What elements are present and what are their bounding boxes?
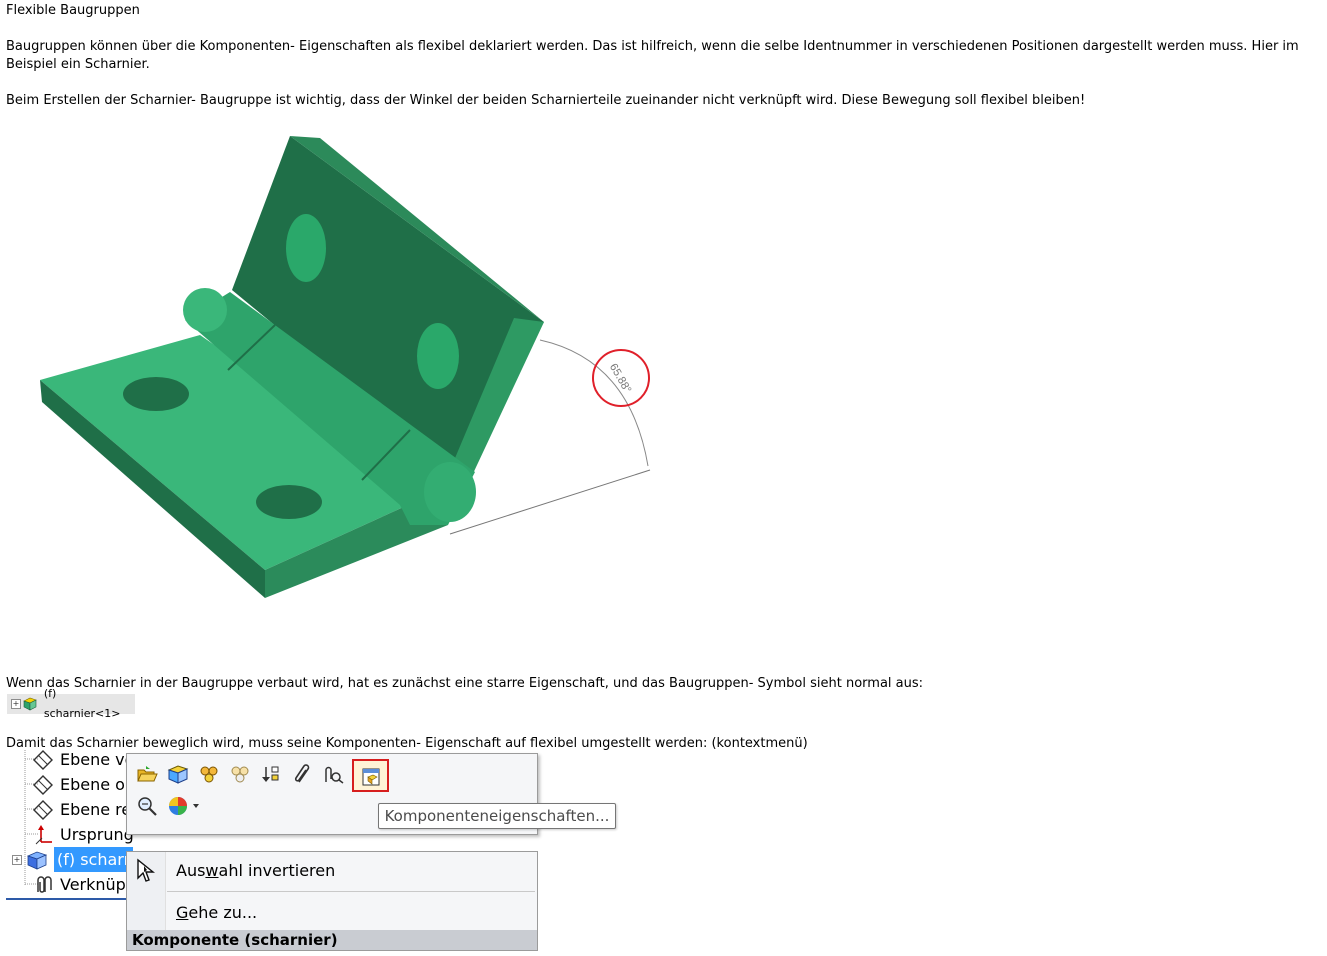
appearance-dropdown-icon[interactable] bbox=[167, 794, 203, 818]
menu-item-accelerator: G bbox=[176, 903, 189, 922]
page-title: Flexible Baugruppen bbox=[6, 3, 140, 18]
tree-row-label-selected: (f) scharr bbox=[54, 847, 134, 872]
tree-row-label: Ursprung bbox=[60, 825, 134, 844]
open-folder-icon[interactable] bbox=[135, 762, 159, 786]
paperclip-icon bbox=[32, 874, 54, 896]
tree-row-label: Ebene ob bbox=[60, 775, 136, 794]
menu-footer-component: Komponente (scharnier) bbox=[127, 930, 537, 950]
expand-plus-icon[interactable]: + bbox=[12, 854, 22, 865]
hide-components-icon[interactable] bbox=[228, 762, 252, 786]
edit-mate-icon[interactable] bbox=[321, 762, 345, 786]
tree-row-scharnier[interactable]: + (f) scharr bbox=[12, 847, 134, 872]
menu-item-text: ehe zu... bbox=[188, 903, 258, 922]
cursor-arrow-icon bbox=[135, 858, 157, 888]
rigid-note-paragraph: Wenn das Scharnier in der Baugruppe verb… bbox=[6, 676, 924, 691]
menu-item-text: Aus bbox=[176, 861, 206, 880]
component-properties-icon[interactable] bbox=[352, 759, 389, 792]
origin-icon bbox=[32, 824, 54, 846]
dimension-extension-line bbox=[449, 469, 651, 535]
sort-order-icon[interactable] bbox=[259, 762, 283, 786]
tree-row-plane-top[interactable]: Ebene ob bbox=[32, 772, 135, 797]
menu-item-text: ahl invertieren bbox=[218, 861, 336, 880]
tree-row-plane-right[interactable]: Ebene re bbox=[32, 797, 131, 822]
zoom-to-selection-icon[interactable] bbox=[135, 794, 159, 818]
intro-paragraph: Baugruppen können über die Komponenten- … bbox=[6, 39, 1299, 72]
mate-paperclip-icon[interactable] bbox=[290, 762, 314, 786]
tree-row-label: Ebene re bbox=[60, 800, 132, 819]
tree-row-origin[interactable]: Ursprung bbox=[32, 822, 134, 847]
hinge-knuckle-front bbox=[424, 462, 476, 522]
menu-icon-gutter bbox=[127, 852, 166, 930]
plane-icon bbox=[32, 799, 54, 821]
tooltip-component-properties: Komponenteneigenschaften... bbox=[378, 803, 616, 829]
hinge-hole-lower bbox=[417, 323, 459, 389]
tree-row-mates[interactable]: Verknüpf bbox=[32, 872, 131, 897]
menu-item-invert-selection[interactable]: Auswahl invertieren bbox=[176, 861, 335, 880]
assembly-note-paragraph: Beim Erstellen der Scharnier- Baugruppe … bbox=[6, 93, 1086, 108]
menu-item-goto[interactable]: Gehe zu... bbox=[176, 903, 257, 922]
hinge-hole-left bbox=[123, 377, 189, 411]
assembly-icon bbox=[26, 849, 48, 871]
hinge-model-image: 65.88° bbox=[40, 136, 651, 598]
plane-icon bbox=[32, 749, 54, 771]
plane-icon bbox=[32, 774, 54, 796]
menu-item-accelerator: w bbox=[205, 861, 219, 880]
context-menu: Auswahl invertieren Gehe zu... Komponent… bbox=[126, 851, 538, 951]
expand-plus-icon[interactable]: + bbox=[11, 699, 21, 709]
angle-dimension-label: 65.88° bbox=[607, 362, 633, 396]
assembly-icon bbox=[23, 697, 40, 711]
tree-row-plane-front[interactable]: Ebene vo bbox=[32, 747, 134, 772]
hinge-hole-right bbox=[256, 485, 322, 519]
part-icon[interactable] bbox=[166, 762, 190, 786]
assembly-chip-label: (f) scharnier<1> bbox=[43, 687, 121, 720]
assembly-icon[interactable] bbox=[197, 762, 221, 786]
hinge-hole-upper bbox=[286, 214, 326, 282]
tree-row-label: Verknüpf bbox=[60, 875, 132, 894]
menu-separator bbox=[167, 891, 535, 892]
hinge-knuckle-end bbox=[183, 288, 227, 332]
tree-row-label: Ebene vo bbox=[60, 750, 135, 769]
assembly-tree-chip[interactable]: + (f) scharnier<1> bbox=[7, 687, 135, 720]
